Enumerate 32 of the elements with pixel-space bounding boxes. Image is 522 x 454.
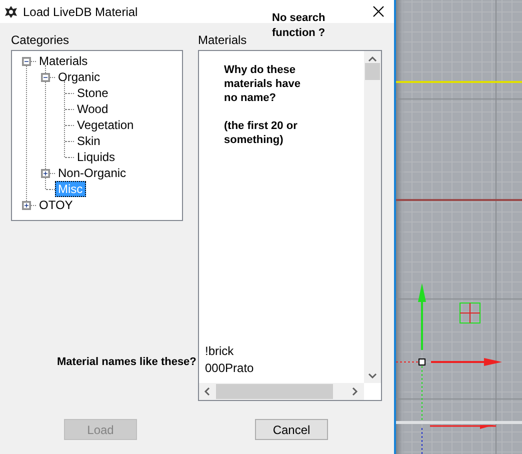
scroll-down-icon[interactable]: [368, 373, 377, 379]
tree-item[interactable]: Organic: [55, 69, 104, 85]
collapse-icon[interactable]: [22, 56, 31, 66]
annotation-note: Material names like these?: [57, 355, 196, 370]
expand-icon[interactable]: [22, 200, 31, 210]
cancel-button[interactable]: Cancel: [255, 419, 328, 440]
annotation-note: Why do these materials have no name? (the first 20 or something): [223, 63, 300, 147]
materials-label: Materials: [198, 33, 248, 47]
tree-item[interactable]: Vegetation: [74, 117, 137, 133]
material-item[interactable]: 000Prato: [205, 360, 254, 377]
expand-icon[interactable]: [41, 168, 50, 178]
annotation-note: No search function ?: [272, 11, 326, 41]
categories-label: Categories: [11, 33, 70, 47]
tree-item[interactable]: Stone: [74, 85, 112, 101]
tree-item[interactable]: Skin: [74, 133, 104, 149]
tree-item[interactable]: Liquids: [74, 149, 118, 165]
scroll-thumb[interactable]: [365, 63, 380, 80]
scroll-left-icon[interactable]: [204, 387, 210, 396]
close-icon[interactable]: [373, 6, 384, 17]
scroll-up-icon[interactable]: [368, 56, 377, 62]
scroll-thumb[interactable]: [216, 384, 333, 399]
horizontal-scrollbar[interactable]: [199, 383, 364, 400]
vertical-scrollbar[interactable]: [364, 51, 381, 383]
app-icon: [4, 4, 18, 18]
tree-item[interactable]: Materials: [36, 53, 91, 69]
tree-item[interactable]: Non-Organic: [55, 165, 130, 181]
scroll-right-icon[interactable]: [352, 387, 358, 396]
tree-item[interactable]: OTOY: [36, 197, 76, 213]
collapse-icon[interactable]: [41, 72, 50, 82]
material-item[interactable]: !brick: [205, 343, 234, 360]
tree-item[interactable]: Wood: [74, 101, 112, 117]
window-title: Load LiveDB Material: [23, 4, 138, 18]
